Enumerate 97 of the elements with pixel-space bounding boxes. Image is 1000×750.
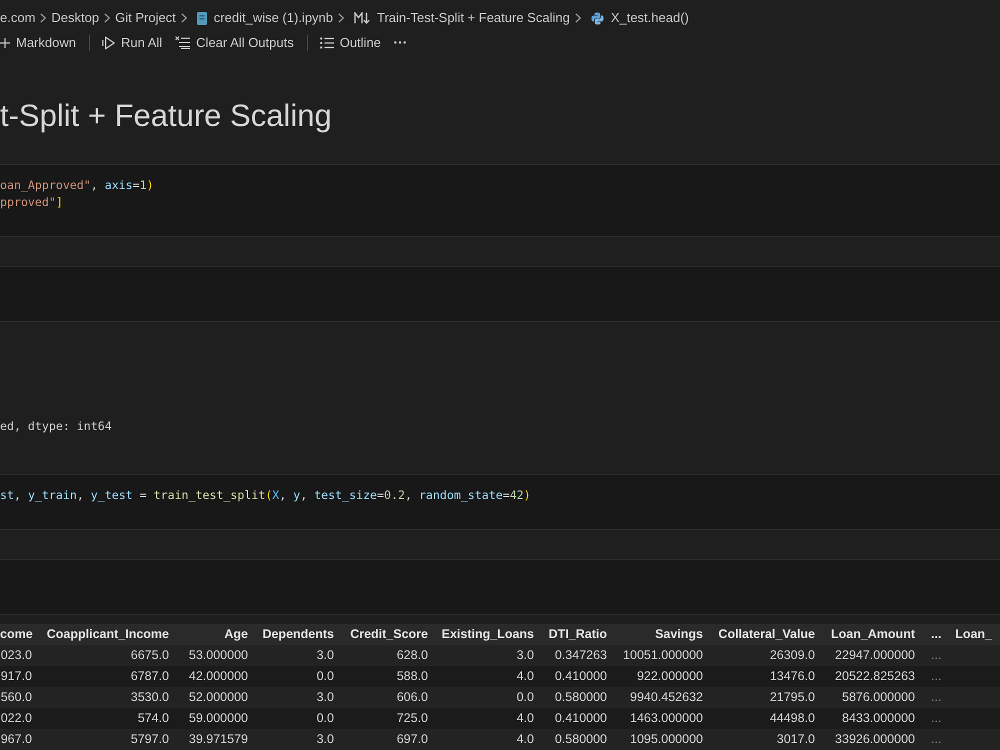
code-line: pproved"] — [0, 194, 63, 211]
table-cell: 13476.0 — [711, 666, 823, 687]
table-cell: 59.000000 — [177, 708, 256, 729]
python-file-icon — [590, 12, 604, 24]
more-icon — [394, 41, 406, 44]
table-cell: ... — [923, 687, 951, 708]
column-header: Existing_Loans — [436, 624, 542, 645]
table-cell: 1463.000000 — [615, 708, 711, 729]
table-cell: 42.000000 — [177, 666, 256, 687]
table-cell: 574.0 — [40, 708, 177, 729]
breadcrumb-item[interactable]: Git Project — [115, 10, 176, 26]
table-cell: 0.0 — [256, 666, 342, 687]
table-cell: 967.0 — [0, 729, 40, 750]
table-cell: 8433.000000 — [823, 708, 923, 729]
table-cell: 022.0 — [0, 708, 40, 729]
code-cell[interactable]: oan_Approved", axis=1) pproved"] — [0, 165, 1000, 237]
table-cell: 5797.0 — [40, 729, 177, 750]
breadcrumb-item[interactable]: credit_wise (1).ipynb — [192, 10, 334, 26]
table-cell: 39.971579 — [177, 729, 256, 750]
code-cell[interactable]: st, y_train, y_test = train_test_split(X, y, test_size=0.2, random_state=42) — [0, 475, 1000, 530]
table-cell: 0.580000 — [542, 729, 615, 750]
table-cell: 4.0 — [436, 729, 542, 750]
run-all-button[interactable]: Run All — [96, 32, 168, 54]
table-cell: 725.0 — [342, 708, 436, 729]
breadcrumb-item[interactable]: Train-Test-Split + Feature Scaling — [349, 10, 570, 26]
table-cell: 3017.0 — [711, 729, 823, 750]
play-icon — [102, 36, 115, 50]
outline-button[interactable]: Outline — [314, 32, 387, 54]
clear-all-icon — [175, 36, 190, 49]
table-cell: 53.000000 — [177, 645, 256, 666]
breadcrumb-item[interactable]: X_test.head() — [586, 10, 689, 26]
list-icon — [320, 36, 334, 48]
table-cell: 0.410000 — [542, 708, 615, 729]
output-text: ed, dtype: int64 — [0, 418, 112, 435]
column-header: Loan_ — [951, 624, 1000, 645]
table-cell: 588.0 — [342, 666, 436, 687]
column-header: Loan_Amount — [823, 624, 923, 645]
table-cell: 3530.0 — [40, 687, 177, 708]
table-cell: 0.347263 — [542, 645, 615, 666]
table-cell: 560.0 — [0, 687, 40, 708]
table-cell: 628.0 — [342, 645, 436, 666]
column-header: Dependents — [256, 624, 342, 645]
column-header: Collateral_Value — [711, 624, 823, 645]
table-cell: 26309.0 — [711, 645, 823, 666]
table-cell: 3.0 — [436, 645, 542, 666]
clear-outputs-button[interactable]: Clear All Outputs — [169, 32, 300, 54]
table-cell: 22947.000000 — [823, 645, 923, 666]
code-line: st, y_train, y_test = train_test_split(X, y, test_size=0.2, random_state=42) — [0, 487, 531, 504]
table-cell: ... — [923, 708, 951, 729]
chevron-right-icon — [574, 13, 581, 23]
table-cell: ... — [923, 666, 951, 687]
column-header: Coapplicant_Income — [40, 624, 177, 645]
table-cell: 0.0 — [256, 708, 342, 729]
column-header: ... — [923, 624, 951, 645]
chevron-right-icon — [40, 13, 46, 23]
table-cell: 44498.0 — [711, 708, 823, 729]
plus-icon — [0, 38, 10, 48]
notebook-file-icon — [196, 12, 207, 24]
table-cell: 10051.000000 — [615, 645, 711, 666]
code-line: oan_Approved", axis=1) — [0, 177, 154, 194]
column-header: Savings — [615, 624, 711, 645]
table-cell: 922.000000 — [615, 666, 711, 687]
table-cell: 606.0 — [342, 687, 436, 708]
table-cell: 0.580000 — [542, 687, 615, 708]
column-header: Age — [177, 624, 256, 645]
table-cell: 20522.825263 — [823, 666, 923, 687]
chevron-right-icon — [338, 13, 344, 23]
table-cell: ... — [923, 729, 951, 750]
column-header: come — [0, 624, 40, 645]
table-cell: 917.0 — [0, 666, 40, 687]
markdown-icon — [354, 12, 370, 24]
table-cell: 4.0 — [436, 666, 542, 687]
table-cell: 023.0 — [0, 645, 40, 666]
table-cell: 52.000000 — [177, 687, 256, 708]
table-cell: 6787.0 — [40, 666, 177, 687]
notebook-heading: t-Split + Feature Scaling — [0, 98, 332, 134]
breadcrumb-item[interactable]: Desktop — [51, 10, 100, 26]
column-header: DTI_Ratio — [542, 624, 615, 645]
chevron-right-icon — [180, 13, 187, 23]
table-cell: 6675.0 — [40, 645, 177, 666]
chevron-right-icon — [104, 13, 110, 23]
table-cell: 3.0 — [256, 645, 342, 666]
add-markdown-button[interactable]: Markdown — [0, 32, 82, 54]
table-cell: 0.0 — [436, 687, 542, 708]
table-cell: 9940.452632 — [615, 687, 711, 708]
column-header: Credit_Score — [342, 624, 436, 645]
table-cell: 0.410000 — [542, 666, 615, 687]
table-cell: 3.0 — [256, 729, 342, 750]
breadcrumb-item[interactable]: e.com — [0, 10, 36, 26]
table-cell: 4.0 — [436, 708, 542, 729]
table-cell: 33926.000000 — [823, 729, 923, 750]
table-cell: 1095.000000 — [615, 729, 711, 750]
table-cell: 5876.000000 — [823, 687, 923, 708]
table-cell: 3.0 — [256, 687, 342, 708]
table-cell: 21795.0 — [711, 687, 823, 708]
table-cell: ... — [923, 645, 951, 666]
table-cell: 697.0 — [342, 729, 436, 750]
